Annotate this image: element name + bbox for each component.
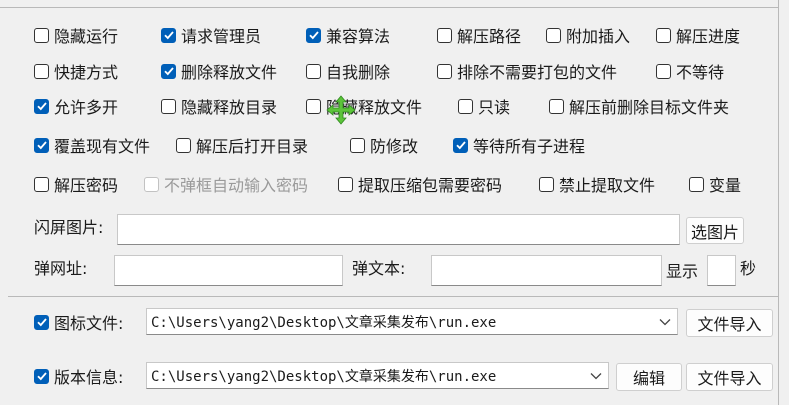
require-archive-password-checkbox[interactable]: 提取压缩包需要密码 — [338, 172, 502, 196]
read-only-checkbox[interactable]: 只读 — [458, 94, 510, 118]
move-cursor-icon — [326, 95, 356, 125]
extract-progress-label: 解压进度 — [676, 27, 741, 46]
delete-released-files-label: 删除释放文件 — [181, 63, 278, 82]
icon-file-label: 图标文件: — [54, 314, 124, 333]
popup-url-label: 弹网址: — [34, 259, 88, 278]
variables-checkbox[interactable]: 变量 — [689, 172, 741, 196]
top-border — [0, 7, 779, 8]
prevent-modify-label: 防修改 — [370, 137, 419, 156]
hide-run-checkbox[interactable]: 隐藏运行 — [34, 23, 118, 47]
hide-release-dir-label: 隐藏释放目录 — [181, 98, 278, 117]
auto-input-password-label: 不弹框自动输入密码 — [164, 176, 309, 195]
open-dir-after-extract-label: 解压后打开目录 — [196, 137, 309, 156]
version-info-path: C:\Users\yang2\Desktop\文章采集发布\run.exe — [151, 368, 497, 385]
attach-insert-label: 附加插入 — [566, 27, 631, 46]
version-info-checkbox[interactable]: 版本信息: — [34, 364, 123, 388]
exclude-files-checkbox[interactable]: 排除不需要打包的文件 — [437, 59, 617, 83]
compat-algorithm-label: 兼容算法 — [326, 27, 391, 46]
extract-path-checkbox[interactable]: 解压路径 — [437, 23, 521, 47]
shortcut-checkbox[interactable]: 快捷方式 — [34, 59, 118, 83]
forbid-extract-label: 禁止提取文件 — [559, 176, 656, 195]
prevent-modify-checkbox[interactable]: 防修改 — [350, 133, 418, 157]
version-edit-button[interactable]: 编辑 — [616, 363, 682, 391]
attach-insert-checkbox[interactable]: 附加插入 — [546, 23, 630, 47]
hide-run-label: 隐藏运行 — [54, 27, 119, 46]
extract-progress-checkbox[interactable]: 解压进度 — [656, 23, 740, 47]
version-info-label: 版本信息: — [54, 368, 124, 387]
show-label: 显示 — [666, 262, 699, 281]
version-info-combobox[interactable]: C:\Users\yang2\Desktop\文章采集发布\run.exe — [146, 362, 609, 389]
wait-all-children-label: 等待所有子进程 — [473, 137, 586, 156]
require-archive-password-label: 提取压缩包需要密码 — [358, 176, 503, 195]
splash-image-label: 闪屏图片: — [34, 218, 104, 237]
right-border — [778, 0, 779, 405]
exclude-files-label: 排除不需要打包的文件 — [457, 63, 618, 82]
hide-release-files-checkbox[interactable]: 隐藏释放文件 — [306, 94, 422, 118]
overwrite-existing-checkbox[interactable]: 覆盖现有文件 — [34, 133, 150, 157]
choose-image-button[interactable]: 选图片 — [686, 217, 744, 244]
read-only-label: 只读 — [478, 98, 511, 117]
delete-released-files-checkbox[interactable]: 删除释放文件 — [161, 59, 277, 83]
seconds-unit-label: 秒 — [740, 259, 757, 278]
icon-file-checkbox[interactable]: 图标文件: — [34, 310, 123, 334]
allow-multiple-checkbox[interactable]: 允许多开 — [34, 94, 118, 118]
self-delete-checkbox[interactable]: 自我删除 — [306, 59, 390, 83]
forbid-extract-checkbox[interactable]: 禁止提取文件 — [539, 172, 655, 196]
show-seconds-input[interactable] — [707, 255, 736, 286]
allow-multiple-label: 允许多开 — [54, 98, 119, 117]
wait-all-children-checkbox[interactable]: 等待所有子进程 — [453, 133, 585, 157]
delete-target-before-extract-label: 解压前删除目标文件夹 — [569, 98, 730, 117]
no-wait-label: 不等待 — [676, 63, 725, 82]
section-divider — [8, 296, 778, 297]
open-dir-after-extract-checkbox[interactable]: 解压后打开目录 — [176, 133, 308, 157]
request-admin-label: 请求管理员 — [181, 27, 262, 46]
shortcut-label: 快捷方式 — [54, 63, 119, 82]
icon-file-import-button[interactable]: 文件导入 — [686, 309, 773, 337]
overwrite-existing-label: 覆盖现有文件 — [54, 137, 151, 156]
request-admin-checkbox[interactable]: 请求管理员 — [161, 23, 261, 47]
auto-input-password-checkbox[interactable]: 不弹框自动输入密码 — [144, 172, 308, 196]
icon-file-path: C:\Users\yang2\Desktop\文章采集发布\run.exe — [151, 314, 497, 331]
extract-password-checkbox[interactable]: 解压密码 — [34, 172, 118, 196]
hide-release-dir-checkbox[interactable]: 隐藏释放目录 — [161, 94, 277, 118]
version-import-button[interactable]: 文件导入 — [686, 363, 773, 391]
extract-password-label: 解压密码 — [54, 176, 119, 195]
no-wait-checkbox[interactable]: 不等待 — [656, 59, 724, 83]
self-delete-label: 自我删除 — [326, 63, 391, 82]
icon-file-combobox[interactable]: C:\Users\yang2\Desktop\文章采集发布\run.exe — [146, 308, 678, 335]
delete-target-before-extract-checkbox[interactable]: 解压前删除目标文件夹 — [549, 94, 729, 118]
chevron-down-icon[interactable] — [584, 363, 608, 388]
popup-text-label: 弹文本: — [352, 259, 406, 278]
popup-text-input[interactable] — [431, 255, 662, 286]
splash-image-input[interactable] — [117, 214, 680, 245]
popup-url-input[interactable] — [114, 255, 343, 286]
chevron-down-icon[interactable] — [653, 309, 677, 334]
extract-path-label: 解压路径 — [457, 27, 522, 46]
variables-label: 变量 — [709, 176, 742, 195]
compat-algorithm-checkbox[interactable]: 兼容算法 — [306, 23, 390, 47]
